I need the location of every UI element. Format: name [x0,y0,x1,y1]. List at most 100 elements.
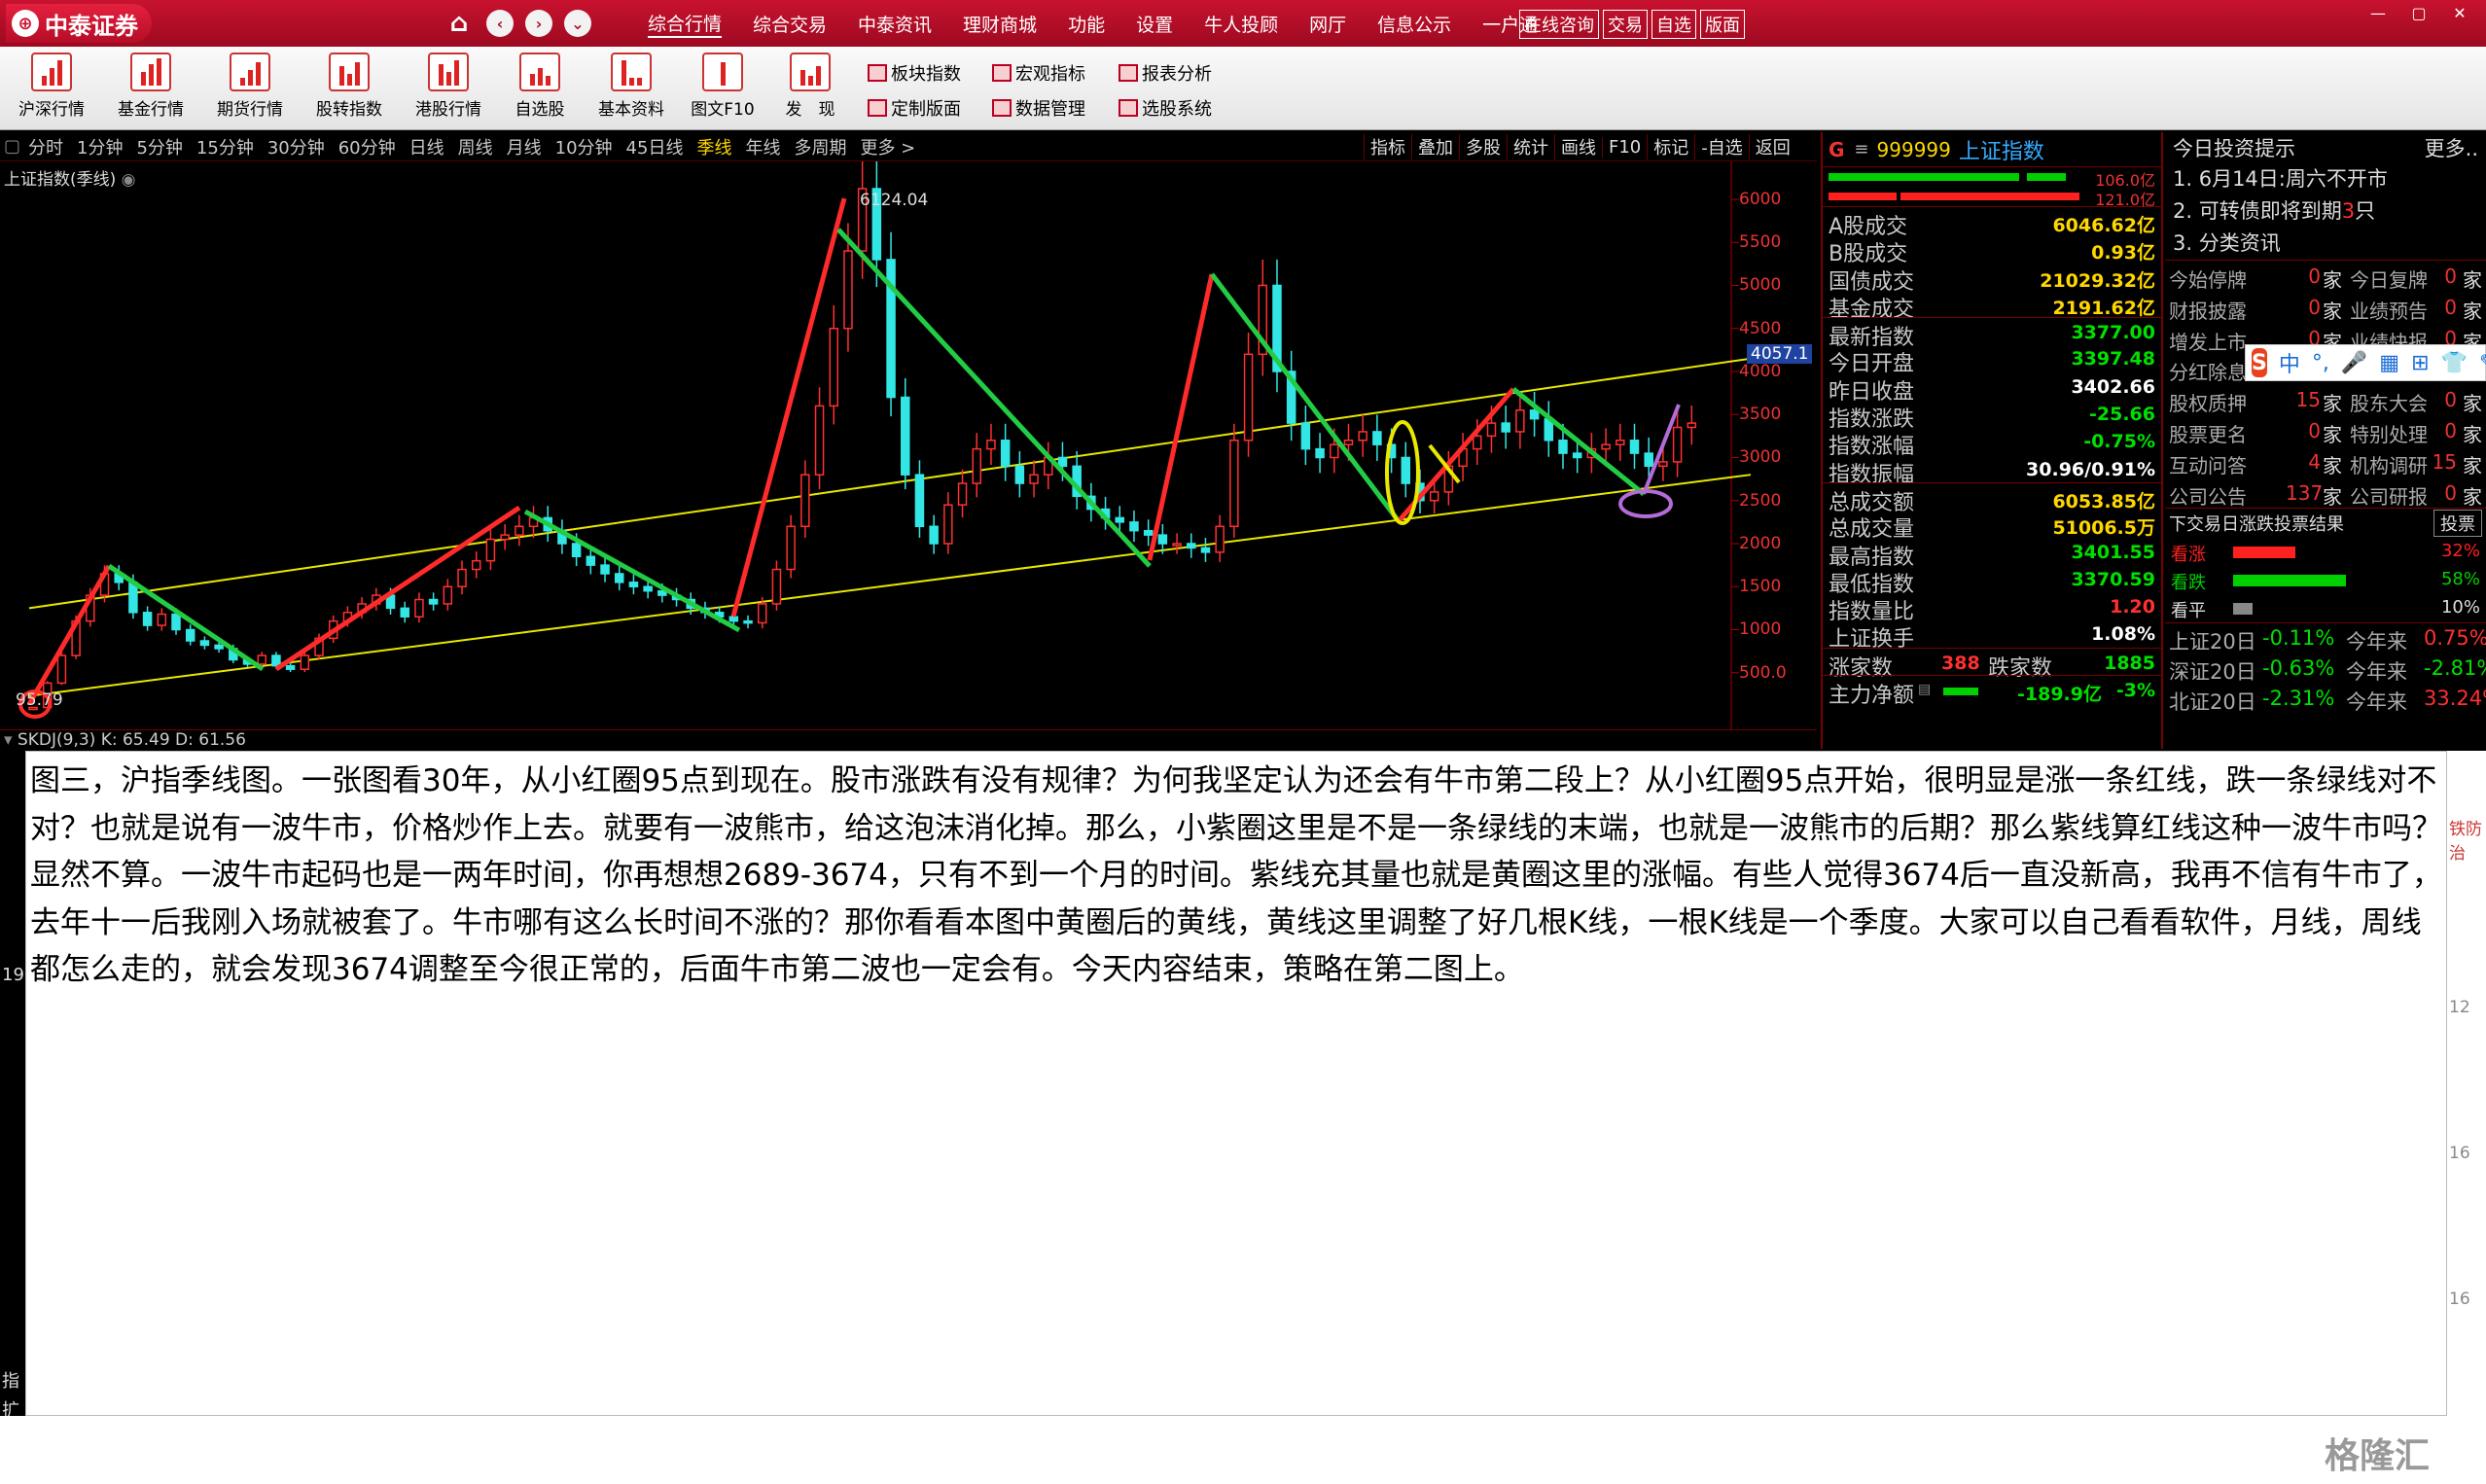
stat-row[interactable]: 股票更名 0 家特别处理 0 家 [2165,415,2486,446]
detail-icon[interactable]: ▤ [1918,682,1931,697]
maximize-button[interactable]: ▢ [2398,0,2439,25]
period-tab[interactable]: 45日线 [626,134,684,159]
chart-tool[interactable]: -自选 [1694,134,1749,159]
chart-tool[interactable]: 统计 [1507,134,1554,159]
keyboard-icon[interactable]: ▦ [2379,351,2399,375]
grid-icon[interactable]: ⊞ [2411,351,2429,375]
chart-tools: 指标 叠加 多股 统计 画线 F10 标记 -自选 返回 [1364,132,1796,161]
period-tab[interactable]: 10分钟 [555,134,613,159]
data-manage-button[interactable]: 数据管理 [992,95,1085,121]
candle-body [901,396,910,476]
stat-row[interactable]: 财报披露 0 家业绩预告 0 家 [2165,292,2486,323]
green-volume-bar [2027,173,2066,181]
edit-icon[interactable]: ✎ [2479,351,2486,375]
period-tab[interactable]: 月线 [507,134,542,159]
stat-n2: 0 [2444,265,2457,288]
ime-punct[interactable]: °, [2312,351,2329,375]
custom-layout-button[interactable]: 定制版面 [868,95,961,121]
watermark: 格隆汇 [2325,1436,2431,1476]
vote-percent: 32% [2440,541,2480,562]
candle-body [1057,456,1068,468]
stat-l2: 特别处理 [2350,422,2428,446]
period-tab[interactable]: 周线 [458,134,493,159]
chart-tool[interactable]: 多股 [1459,134,1507,159]
period-tab[interactable]: 30分钟 [267,134,325,159]
candle-body [1601,443,1611,450]
stat-n2: 0 [2444,480,2457,505]
menu-item[interactable]: 网厅 [1309,11,1346,37]
quick-button[interactable]: 自选 [1651,10,1696,39]
info-more-link[interactable]: 更多.. [2425,133,2478,162]
toolbar-button-fund[interactable]: 基金行情 [107,53,195,126]
stat-l2: 公司研报 [2350,484,2428,509]
vote-label: 看涨 [2171,545,2206,566]
period-tab[interactable]: 60分钟 [338,134,396,159]
quick-button[interactable]: 版面 [1700,10,1745,39]
forward-icon[interactable]: › [525,10,552,37]
period-tab-active[interactable]: 季线 [696,134,731,159]
menu-item[interactable]: 牛人投顾 [1204,11,1278,37]
skin-icon[interactable]: 👕 [2441,351,2468,375]
quote-row-value: 30.96/0.91% [2026,458,2155,480]
tip-item[interactable]: 1. 6月14日:周六不开市 [2165,163,2486,195]
microphone-icon[interactable]: 🎤 [2341,351,2367,375]
filter-icon [1119,99,1138,117]
period-tab[interactable]: 5分钟 [136,134,182,159]
stat-row[interactable]: 公司公告 137 家公司研报 0 家 [2165,477,2486,509]
quick-button[interactable]: 在线咨询 [1519,10,1599,39]
stock-picker-button[interactable]: 选股系统 [1119,95,1212,121]
chart-settings-icon[interactable]: ◉ [122,170,136,190]
tip-item[interactable]: 3. 分类资讯 [2165,228,2486,260]
toolbar-button-hk[interactable]: 港股行情 [405,53,492,126]
period-tab[interactable]: 年线 [745,134,780,159]
period-tab[interactable]: 多周期 [794,134,846,159]
toolbar-button-index[interactable]: 股转指数 [305,53,393,126]
period-tab[interactable]: 15分钟 [196,134,254,159]
toolbar-button-shenhu[interactable]: 沪深行情 [8,53,95,126]
toolbar-button-discover[interactable]: 发 现 [766,53,854,126]
chart-tool[interactable]: 指标 [1364,134,1411,159]
quote-row: 指数涨跌 -25.66 [1823,400,2161,432]
stat-row[interactable]: 今始停牌 0 家今日复牌 0 家 [2165,261,2486,292]
menu-item[interactable]: 理财商城 [963,11,1037,37]
ime-mode[interactable]: 中 [2279,347,2300,378]
period-tab[interactable]: 日线 [409,134,444,159]
menu-item[interactable]: 中泰资讯 [858,11,932,37]
menu-item[interactable]: 信息公示 [1377,11,1451,37]
indicator-toggle-icon[interactable]: ▾ [4,730,13,750]
vote-button[interactable]: 投票 [2433,510,2482,538]
toolbar-button-futures[interactable]: 期货行情 [206,53,294,126]
ime-toolbar[interactable]: S 中 °, 🎤 ▦ ⊞ 👕 ✎ [2245,344,2486,381]
back-icon[interactable]: ‹ [486,10,514,37]
toolbar-button-basic[interactable]: 基本资料 [587,53,675,126]
dropdown-icon[interactable]: ⌄ [564,10,591,37]
chart-tool[interactable]: 返回 [1748,134,1796,159]
stat-n1: 15 [2295,388,2321,412]
toolbar-button-watchlist[interactable]: 自选股 [496,53,584,126]
chart-tool[interactable]: 叠加 [1411,134,1459,159]
chart-tool[interactable]: F10 [1602,136,1647,158]
menu-item[interactable]: 功能 [1068,11,1105,37]
toolbar-button-f10[interactable]: 图文F10 [679,53,766,126]
period-tab[interactable]: 分时 [28,134,63,159]
sector-index-button[interactable]: 板块指数 [868,60,961,86]
panel-toggle-icon[interactable]: ▢ [4,136,20,157]
close-button[interactable]: ✕ [2439,0,2480,25]
chart-tool[interactable]: 标记 [1647,134,1694,159]
period-tab[interactable]: 1分钟 [77,134,123,159]
menu-item[interactable]: 综合交易 [753,11,827,37]
quick-button[interactable]: 交易 [1603,10,1648,39]
chart-tool[interactable]: 画线 [1554,134,1602,159]
home-icon[interactable]: ⌂ [445,9,473,38]
menu-icon[interactable]: ≡ [1854,139,1868,159]
tip-item[interactable]: 2. 可转债即将到期3只 [2165,195,2486,228]
macro-button[interactable]: 宏观指标 [992,60,1085,86]
more-periods[interactable]: 更多 > [860,134,915,159]
stat-row[interactable]: 互动问答 4 家机构调研 15 家 [2165,446,2486,477]
minimize-button[interactable]: — [2358,0,2398,25]
report-button[interactable]: 报表分析 [1119,60,1212,86]
stat-row[interactable]: 股权质押 15 家股东大会 0 家 [2165,384,2486,415]
menu-item[interactable]: 设置 [1136,11,1173,37]
quarterly-kline-chart[interactable] [0,161,1817,729]
menu-item[interactable]: 综合行情 [648,10,723,38]
